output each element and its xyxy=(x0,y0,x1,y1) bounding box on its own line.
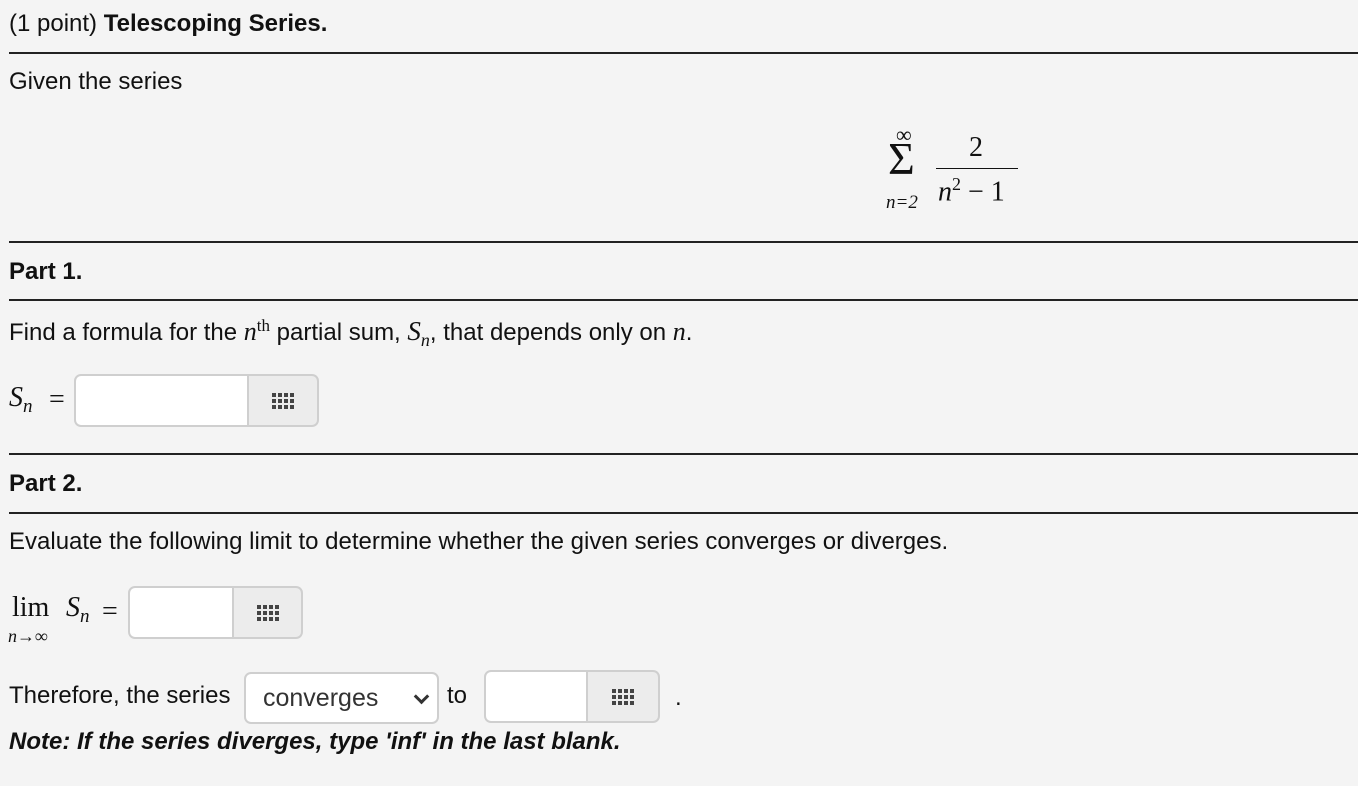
sum-lower-limit: n=2 xyxy=(886,192,918,213)
lim-S-sub: n xyxy=(80,606,90,627)
note-text: Note: If the series diverges, type 'inf'… xyxy=(9,728,621,755)
prompt-text: , that depends only on xyxy=(429,319,673,346)
prompt-S: S xyxy=(407,316,421,346)
chevron-down-icon xyxy=(413,688,430,705)
prompt-th: th xyxy=(256,316,271,335)
problem-header: (1 point) Telescoping Series. xyxy=(9,10,327,38)
prompt-text: . xyxy=(685,319,693,346)
equation-palette-icon xyxy=(612,688,634,705)
sn-answer-input[interactable] xyxy=(74,374,249,427)
divider xyxy=(9,52,1358,54)
denominator-rest: − 1 xyxy=(961,176,1005,208)
part2-prompt: Evaluate the following limit to determin… xyxy=(9,528,949,555)
converge-diverge-select[interactable]: converges xyxy=(244,672,439,724)
divider xyxy=(9,299,1358,301)
divider xyxy=(9,453,1358,455)
divider xyxy=(9,241,1358,243)
limit-palette-button[interactable] xyxy=(234,586,303,639)
lim-S: S xyxy=(66,592,80,623)
series-formula: ∞ Σ n=2 2 n2 − 1 xyxy=(880,122,1030,217)
to-text: to xyxy=(447,682,468,709)
final-answer-input[interactable] xyxy=(484,670,588,723)
problem-title: Telescoping Series. xyxy=(103,10,328,37)
divider xyxy=(9,512,1358,514)
prompt-text: Find a formula for the xyxy=(9,319,244,346)
denominator-var: n xyxy=(938,176,952,208)
fraction-numerator: 2 xyxy=(969,132,983,163)
lim-subscript: n→∞ xyxy=(8,626,48,646)
final-period: . xyxy=(675,684,682,711)
prompt-S-sub: n xyxy=(420,329,430,350)
limit-equals: = xyxy=(102,596,118,627)
part1-prompt: Find a formula for the nth partial sum, … xyxy=(9,316,692,351)
sum-symbol: Σ xyxy=(888,133,915,184)
therefore-text: Therefore, the series xyxy=(9,682,231,709)
equation-palette-icon xyxy=(256,604,279,621)
fraction-denominator: n2 − 1 xyxy=(938,174,1005,208)
equation-palette-icon xyxy=(272,392,294,409)
sn-palette-button[interactable] xyxy=(249,374,319,427)
sn-label: Sn xyxy=(9,382,33,418)
fraction-bar xyxy=(936,168,1018,169)
prompt-text: partial sum, xyxy=(270,319,408,346)
select-value: converges xyxy=(263,683,379,712)
sn-S: S xyxy=(9,382,23,413)
limit-answer-input[interactable] xyxy=(128,586,234,639)
prompt-n: n xyxy=(243,317,257,346)
lim-word: lim xyxy=(12,592,50,623)
part1-heading: Part 1. xyxy=(9,258,83,285)
part2-heading: Part 2. xyxy=(9,470,83,497)
final-palette-button[interactable] xyxy=(588,670,660,723)
prompt-var: n xyxy=(672,317,686,346)
denominator-exponent: 2 xyxy=(952,174,961,194)
sn-equals: = xyxy=(49,384,65,415)
intro-text: Given the series xyxy=(9,68,183,95)
points-label: (1 point) xyxy=(9,10,98,37)
sn-sub: n xyxy=(23,395,33,417)
